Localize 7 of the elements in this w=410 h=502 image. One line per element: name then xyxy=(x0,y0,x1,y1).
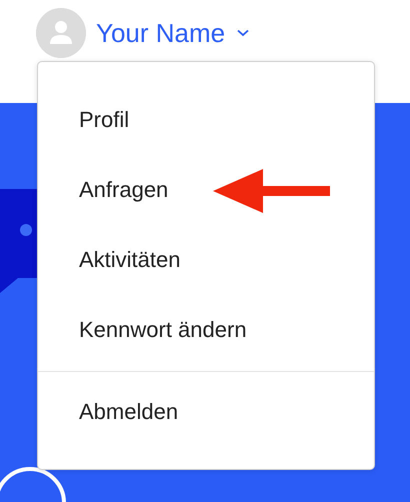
menu-item[interactable]: Anfragen xyxy=(38,154,176,224)
menu-item[interactable]: Kennwort ändern xyxy=(38,294,255,364)
chevron-down-icon xyxy=(237,29,250,37)
menu-item[interactable]: Profil xyxy=(38,84,138,154)
user-menu-button[interactable]: Your Name xyxy=(96,8,250,58)
menu-item[interactable]: Aktivitäten xyxy=(38,224,188,294)
menu-item[interactable]: Abmelden xyxy=(38,376,186,446)
